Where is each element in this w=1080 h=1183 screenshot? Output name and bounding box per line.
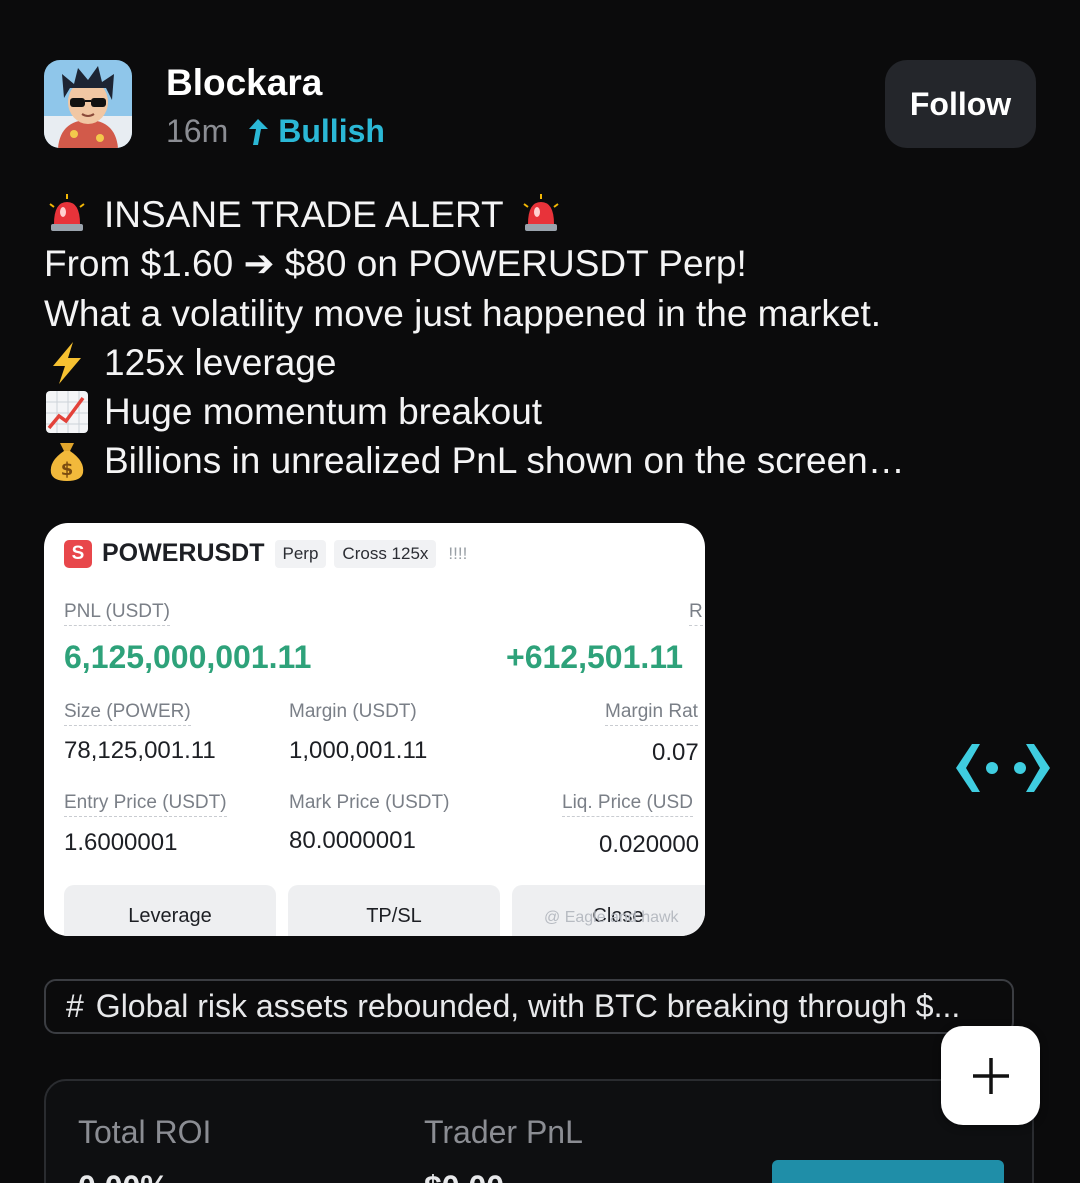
- tpsl-button: TP/SL: [288, 885, 500, 936]
- plus-icon: [972, 1057, 1009, 1094]
- lightning-icon: [44, 340, 90, 386]
- mark-price-value: 80.0000001: [289, 827, 416, 854]
- roi-label: R: [689, 601, 703, 626]
- entry-price-label: Entry Price (USDT): [64, 792, 227, 817]
- post-body: INSANE TRADE ALERT From $1.60 ➔ $80 on P…: [44, 190, 1044, 486]
- post-meta: 16m Bullish: [166, 113, 385, 150]
- post-line-text: From $1.60 ➔ $80 on POWERUSDT Perp!: [44, 243, 747, 285]
- carousel-nav-icon[interactable]: [950, 738, 1065, 798]
- follow-button[interactable]: Follow: [885, 60, 1036, 148]
- roi-value: +612,501.11: [506, 639, 684, 675]
- total-roi-label: Total ROI: [78, 1114, 212, 1150]
- position-screenshot[interactable]: S POWERUSDT Perp Cross 125x !!!! PNL (US…: [44, 523, 705, 936]
- liq-price-label: Liq. Price (USD: [562, 792, 693, 817]
- position-symbol: POWERUSDT: [102, 539, 265, 567]
- copy-trade-card[interactable]: Total ROI 0.00% Trader PnL $0.00: [44, 1079, 1034, 1183]
- hashtag-text: Global risk assets rebounded, with BTC b…: [95, 988, 961, 1024]
- total-roi-value: 0.00%: [78, 1169, 169, 1183]
- watermark: @ Eagle and hawk: [544, 909, 679, 926]
- post-line: 125x leverage: [44, 338, 1044, 387]
- police-light-icon: [518, 192, 564, 238]
- post-line-text: INSANE TRADE ALERT: [104, 194, 504, 235]
- post-line-text: Huge momentum breakout: [104, 391, 543, 433]
- margin-label: Margin (USDT): [289, 701, 417, 722]
- police-light-icon: [44, 192, 90, 238]
- post-line-text: 125x leverage: [104, 341, 337, 383]
- margin-ratio-value: 0.07: [652, 739, 699, 766]
- svg-text:$: $: [61, 459, 74, 480]
- hashtag-symbol: #: [66, 988, 84, 1024]
- author-avatar[interactable]: [44, 60, 132, 148]
- create-post-button[interactable]: [941, 1026, 1040, 1125]
- bullish-arrow-icon: [249, 118, 269, 145]
- signal-bars: !!!!: [448, 543, 468, 563]
- post-line: INSANE TRADE ALERT: [44, 190, 1044, 239]
- pnl-value: 6,125,000,001.11: [64, 639, 312, 675]
- post-line: Huge momentum breakout: [44, 387, 1044, 436]
- post-line: From $1.60 ➔ $80 on POWERUSDT Perp!: [44, 239, 1044, 288]
- margin-mode-tag: Cross 125x: [334, 539, 437, 568]
- margin-value: 1,000,001.11: [289, 737, 428, 764]
- perp-tag: Perp: [274, 539, 327, 568]
- copy-button[interactable]: [772, 1160, 1004, 1183]
- mark-price-label: Mark Price (USDT): [289, 792, 450, 813]
- post-line-text: Billions in unrealized PnL shown on the …: [104, 440, 905, 482]
- size-value: 78,125,001.11: [64, 737, 216, 764]
- exchange-badge: S: [64, 539, 92, 568]
- leverage-button: Leverage: [64, 885, 276, 936]
- sentiment-label: Bullish: [278, 113, 385, 149]
- entry-price-value: 1.6000001: [64, 829, 178, 856]
- position-header: S POWERUSDT Perp Cross 125x !!!!: [64, 539, 467, 568]
- post-line-text: What a volatility move just happened in …: [44, 292, 882, 334]
- post-line: What a volatility move just happened in …: [44, 289, 1044, 338]
- trader-pnl-label: Trader PnL: [424, 1114, 583, 1150]
- post-line: $ Billions in unrealized PnL shown on th…: [44, 436, 1044, 485]
- trader-pnl-value: $0.00: [424, 1169, 504, 1183]
- size-label: Size (POWER): [64, 701, 191, 726]
- post-time: 16m: [166, 113, 229, 149]
- margin-ratio-label: Margin Rat: [605, 701, 698, 726]
- chart-increasing-icon: [44, 389, 90, 435]
- liq-price-value: 0.020000: [599, 831, 700, 858]
- author-name[interactable]: Blockara: [166, 62, 322, 104]
- money-bag-icon: $: [44, 438, 90, 484]
- pnl-label: PNL (USDT): [64, 601, 170, 626]
- hashtag-chip[interactable]: # Global risk assets rebounded, with BTC…: [44, 979, 1014, 1034]
